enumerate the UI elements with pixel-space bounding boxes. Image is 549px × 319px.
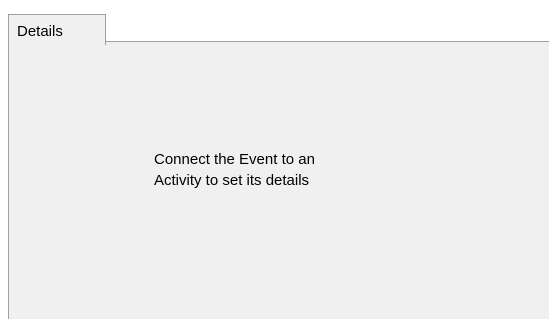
tab-strip: Details — [8, 14, 549, 45]
empty-state-message-line-2: Activity to set its details — [154, 172, 310, 189]
tab-details-label: Details — [17, 23, 63, 40]
tab-details[interactable]: Details — [8, 14, 106, 45]
empty-state-message-line-1: Connect the Event to an — [154, 151, 315, 168]
details-panel: Connect the Event to an Activity to set … — [8, 42, 549, 319]
tab-strip-divider — [106, 41, 549, 42]
empty-state-message: Connect the Event to an Activity to set … — [154, 149, 315, 191]
